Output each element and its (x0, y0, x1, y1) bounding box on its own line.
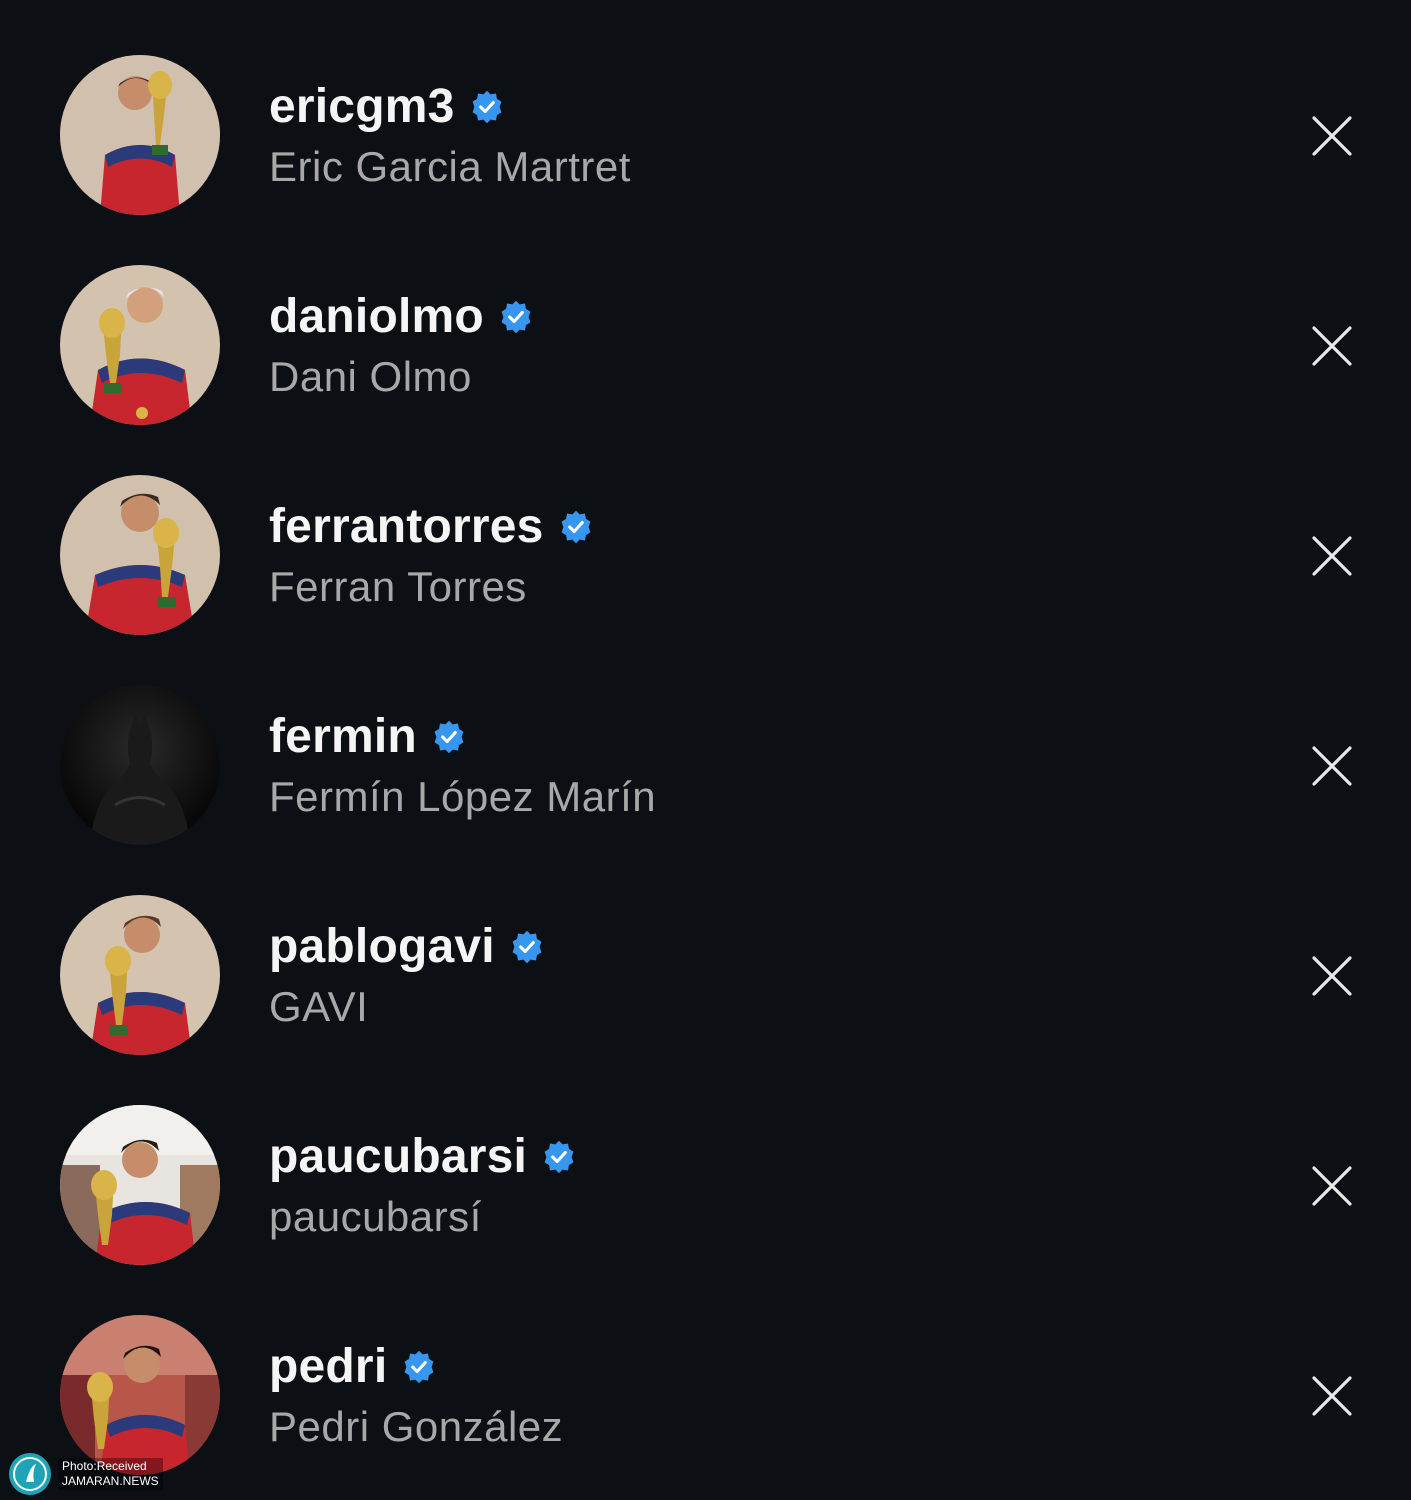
close-icon[interactable] (1306, 110, 1358, 162)
jamaran-logo-icon (8, 1452, 52, 1496)
close-icon[interactable] (1306, 1370, 1358, 1422)
avatar[interactable] (60, 1315, 220, 1475)
avatar[interactable] (60, 1105, 220, 1265)
verified-badge-icon (558, 509, 594, 545)
verified-badge-icon (509, 929, 545, 965)
username[interactable]: paucubarsi (269, 1128, 527, 1186)
full-name: GAVI (269, 983, 369, 1030)
verified-badge-icon (498, 299, 534, 335)
close-icon[interactable] (1306, 950, 1358, 1002)
username[interactable]: ferrantorres (269, 498, 544, 556)
verified-badge-icon (541, 1139, 577, 1175)
close-icon[interactable] (1306, 530, 1358, 582)
username[interactable]: fermin (269, 708, 417, 766)
username[interactable]: daniolmo (269, 288, 484, 346)
account-row[interactable]: daniolmo Dani Olmo (0, 210, 1411, 425)
avatar[interactable] (60, 265, 220, 425)
username[interactable]: ericgm3 (269, 78, 455, 136)
account-row[interactable]: pedri Pedri González (0, 1260, 1411, 1475)
watermark-line-2: JAMARAN.NEWS (62, 1474, 159, 1488)
watermark-line-1: Photo:Received (62, 1459, 147, 1473)
full-name: Eric Garcia Martret (269, 143, 631, 190)
suggested-accounts-list: ericgm3 Eric Garcia Martret daniolmo Dan… (0, 0, 1411, 1500)
verified-badge-icon (431, 719, 467, 755)
full-name: Dani Olmo (269, 353, 472, 400)
username[interactable]: pedri (269, 1338, 387, 1396)
avatar[interactable] (60, 895, 220, 1055)
account-row[interactable]: paucubarsi paucubarsí (0, 1050, 1411, 1265)
full-name: Ferran Torres (269, 563, 527, 610)
verified-badge-icon (401, 1349, 437, 1385)
account-row[interactable]: pablogavi GAVI (0, 840, 1411, 1055)
verified-badge-icon (469, 89, 505, 125)
username[interactable]: pablogavi (269, 918, 495, 976)
close-icon[interactable] (1306, 740, 1358, 792)
close-icon[interactable] (1306, 320, 1358, 372)
full-name: Fermín López Marín (269, 773, 657, 820)
avatar[interactable] (60, 475, 220, 635)
full-name: Pedri González (269, 1403, 564, 1450)
avatar[interactable] (60, 685, 220, 845)
close-icon[interactable] (1306, 1160, 1358, 1212)
avatar[interactable] (60, 55, 220, 215)
watermark: Photo:Received JAMARAN.NEWS (8, 1452, 163, 1496)
account-row[interactable]: ericgm3 Eric Garcia Martret (0, 0, 1411, 215)
full-name: paucubarsí (269, 1193, 482, 1240)
account-row[interactable]: ferrantorres Ferran Torres (0, 420, 1411, 635)
account-row[interactable]: fermin Fermín López Marín (0, 630, 1411, 845)
